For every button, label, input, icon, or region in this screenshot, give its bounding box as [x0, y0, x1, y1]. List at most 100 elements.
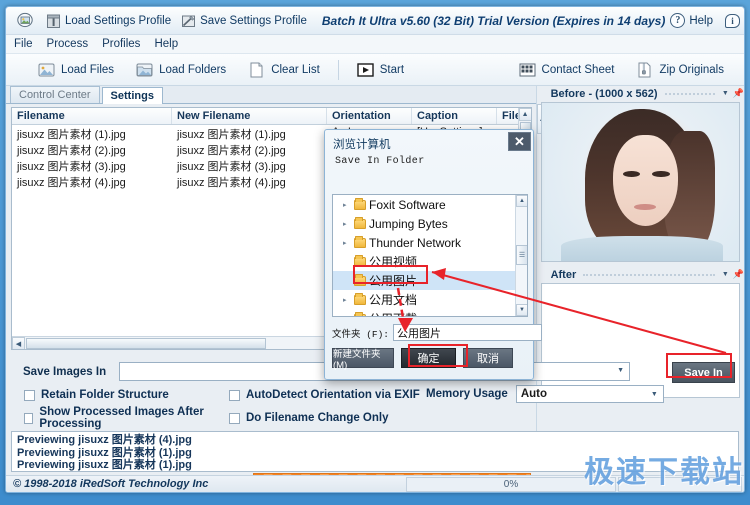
- copyright-text: © 1998-2018 iRedSoft Technology Inc: [13, 478, 209, 490]
- column-header-caption[interactable]: Caption: [412, 108, 497, 124]
- start-button[interactable]: Start: [347, 58, 414, 82]
- app-photo-icon: [17, 12, 33, 28]
- ok-button[interactable]: 确定: [401, 348, 456, 368]
- checkbox-box[interactable]: [229, 389, 240, 401]
- chevron-right-icon[interactable]: ▸: [343, 220, 351, 228]
- checkbox-label: AutoDetect Orientation via EXIF: [246, 389, 420, 401]
- tab-strip: Control Center Settings: [6, 86, 536, 104]
- save-images-in-label: Save Images In: [23, 365, 107, 378]
- chevron-right-icon[interactable]: ▸: [343, 296, 351, 304]
- application-window: Load Settings Profile Save Settings Prof…: [5, 6, 745, 493]
- scroll-left-icon[interactable]: ◀: [12, 337, 25, 349]
- scroll-up-icon[interactable]: ▲: [518, 108, 531, 121]
- browse-folder-dialog[interactable]: 浏览计算机 ✕ Save In Folder ▸ Foxit Software …: [324, 129, 543, 380]
- tree-item[interactable]: 公用下载: [333, 309, 527, 316]
- tree-scroll-thumb[interactable]: ☰: [516, 245, 527, 265]
- tab-control-center[interactable]: Control Center: [10, 86, 100, 103]
- chevron-right-icon[interactable]: ▸: [343, 201, 351, 209]
- before-preview-image[interactable]: [540, 102, 740, 262]
- column-header-orientation[interactable]: Orientation: [327, 108, 412, 124]
- dialog-close-button[interactable]: ✕: [508, 132, 531, 151]
- folder-icon: [354, 235, 366, 248]
- ok-label: 确定: [417, 353, 440, 365]
- pin-icon[interactable]: 📌: [733, 269, 744, 280]
- load-settings-profile-button[interactable]: Load Settings Profile: [41, 9, 176, 33]
- chevron-down-icon[interactable]: ▼: [651, 391, 658, 398]
- cell-new-filename: jisuxz 图片素材 (3).jpg: [177, 161, 286, 173]
- load-files-label: Load Files: [61, 63, 115, 76]
- folder-tree[interactable]: ▸ Foxit Software ▸ Jumping Bytes ▸ Thund…: [332, 194, 528, 317]
- load-settings-profile-label: Load Settings Profile: [65, 14, 172, 27]
- dialog-button-row: 新建文件夹 (M) 确定 取消: [332, 348, 530, 371]
- checkbox-box[interactable]: [229, 412, 240, 424]
- memory-usage-select[interactable]: Auto ▼: [515, 385, 664, 403]
- load-folders-button[interactable]: Load Folders: [126, 58, 236, 82]
- contact-sheet-button[interactable]: Contact Sheet: [509, 58, 625, 82]
- chevron-down-icon[interactable]: ▼: [722, 90, 729, 97]
- menu-item-help[interactable]: Help: [154, 38, 178, 50]
- tree-scroll-down-icon[interactable]: ▼: [516, 304, 527, 316]
- main-toolbar: Load Files Load Folders Clear List Start…: [6, 54, 744, 86]
- grid-hscroll-thumb[interactable]: [26, 338, 266, 349]
- dialog-title: 浏览计算机: [333, 139, 391, 151]
- tree-item-selected[interactable]: 公用图片: [333, 271, 527, 290]
- tree-item[interactable]: ▸ Thunder Network: [333, 233, 527, 252]
- application-title: Batch It Ultra v5.60 (32 Bit) Trial Vers…: [321, 13, 666, 28]
- chevron-down-icon[interactable]: ▼: [722, 271, 729, 278]
- checkbox-box[interactable]: [24, 412, 34, 424]
- cancel-button[interactable]: 取消: [463, 348, 513, 368]
- tree-item[interactable]: 公用视频: [333, 252, 527, 271]
- cell-filename: jisuxz 图片素材 (2).jpg: [17, 145, 126, 157]
- portrait-face: [612, 134, 678, 227]
- tree-item[interactable]: ▸ Foxit Software: [333, 195, 527, 214]
- tab-control-center-label: Control Center: [19, 89, 91, 101]
- site-watermark: 极速下载站: [584, 455, 744, 490]
- folder-icon: [354, 273, 366, 286]
- menu-item-process[interactable]: Process: [47, 38, 89, 50]
- chevron-down-icon[interactable]: ▼: [617, 367, 624, 374]
- load-files-button[interactable]: Load Files: [28, 58, 124, 82]
- checkbox-show-processed-images[interactable]: Show Processed Images After Processing: [24, 406, 229, 430]
- cell-filename: jisuxz 图片素材 (4).jpg: [17, 177, 126, 189]
- help-button[interactable]: ? Help: [665, 9, 718, 33]
- status-percent: 0%: [503, 478, 519, 490]
- tree-item-label: Thunder Network: [369, 235, 462, 250]
- clear-list-button[interactable]: Clear List: [238, 58, 330, 82]
- menu-bar: File Process Profiles Help: [6, 35, 744, 54]
- info-icon: i: [725, 13, 741, 28]
- menu-item-file[interactable]: File: [14, 38, 33, 50]
- folder-icon: [354, 311, 366, 316]
- cell-filename: jisuxz 图片素材 (3).jpg: [17, 161, 126, 173]
- checkbox-box[interactable]: [24, 389, 35, 401]
- save-settings-profile-button[interactable]: Save Settings Profile: [176, 9, 312, 33]
- tree-item[interactable]: ▸ Jumping Bytes: [333, 214, 527, 233]
- memory-usage-value: Auto: [520, 388, 547, 400]
- save-in-button[interactable]: Save In: [672, 362, 735, 383]
- checkbox-retain-folder-structure[interactable]: Retain Folder Structure: [24, 389, 229, 401]
- menu-item-profiles[interactable]: Profiles: [102, 38, 140, 50]
- folder-name-input[interactable]: [393, 324, 543, 341]
- load-folders-label: Load Folders: [159, 63, 227, 76]
- about-button[interactable]: i About: [720, 9, 744, 33]
- new-folder-button[interactable]: 新建文件夹 (M): [332, 348, 394, 371]
- zip-originals-button[interactable]: Zip Originals: [626, 58, 734, 82]
- checkbox-do-filename-change-only[interactable]: Do Filename Change Only: [229, 406, 536, 430]
- save-settings-profile-label: Save Settings Profile: [200, 14, 307, 27]
- header-dots: [583, 273, 715, 276]
- cell-new-filename: jisuxz 图片素材 (4).jpg: [177, 177, 286, 189]
- tree-item-label: 公用下载: [369, 310, 417, 316]
- tree-scrollbar[interactable]: ▲ ☰ ▼: [515, 195, 527, 316]
- app-icon-button[interactable]: [12, 9, 41, 33]
- folder-icon: [354, 254, 366, 267]
- tab-settings[interactable]: Settings: [101, 87, 163, 104]
- pin-icon[interactable]: 📌: [733, 88, 744, 99]
- screenshot-root: Load Settings Profile Save Settings Prof…: [0, 0, 750, 505]
- column-header-filename[interactable]: Filename: [12, 108, 172, 124]
- save-settings-profile-icon: [182, 15, 196, 27]
- question-mark-icon: ?: [670, 13, 686, 28]
- column-header-new-filename[interactable]: New Filename: [172, 108, 327, 124]
- chevron-right-icon[interactable]: ▸: [343, 239, 351, 247]
- tree-item[interactable]: ▸ 公用文档: [333, 290, 527, 309]
- start-play-icon: [357, 62, 374, 77]
- tree-scroll-up-icon[interactable]: ▲: [516, 195, 527, 207]
